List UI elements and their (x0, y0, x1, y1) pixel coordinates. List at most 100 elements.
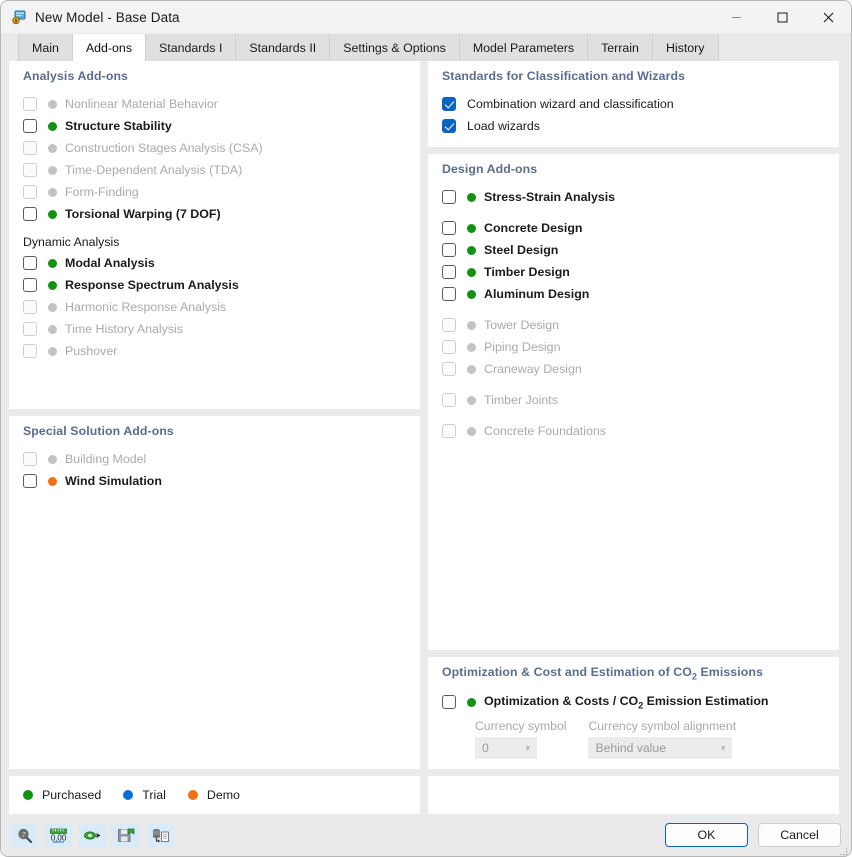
option-structure-stability[interactable]: Structure Stability (23, 115, 406, 137)
option-stress-strain-analysis[interactable]: Stress-Strain Analysis (442, 186, 825, 208)
option-nonlinear-material-behavior[interactable]: Nonlinear Material Behavior (23, 93, 406, 115)
option-modal-analysis[interactable]: Modal Analysis (23, 252, 406, 274)
tab-settings-options[interactable]: Settings & Options (330, 34, 460, 61)
option-optimization-costs-co2[interactable]: Optimization & Costs / CO2 Emission Esti… (442, 691, 825, 713)
option-craneway-design[interactable]: Craneway Design (442, 358, 825, 380)
option-form-finding[interactable]: Form-Finding (23, 181, 406, 203)
checkbox[interactable] (23, 256, 37, 270)
checkbox[interactable] (442, 362, 456, 376)
checkbox[interactable] (23, 322, 37, 336)
checkbox[interactable] (442, 318, 456, 332)
option-wind-simulation[interactable]: Wind Simulation (23, 470, 406, 492)
option-timber-joints[interactable]: Timber Joints (442, 389, 825, 411)
option-label: Tower Design (484, 318, 560, 332)
option-steel-design[interactable]: Steel Design (442, 239, 825, 261)
option-label: Timber Design (484, 265, 570, 279)
checkbox[interactable] (442, 221, 456, 235)
tab-add-ons[interactable]: Add-ons (72, 34, 147, 61)
option-time-dependent-analysis[interactable]: Time-Dependent Analysis (TDA) (23, 159, 406, 181)
checkbox[interactable] (23, 97, 37, 111)
option-piping-design[interactable]: Piping Design (442, 336, 825, 358)
checkbox[interactable] (442, 119, 456, 133)
checkbox[interactable] (23, 474, 37, 488)
tab-standards-i[interactable]: Standards I (146, 34, 237, 61)
cancel-button[interactable]: Cancel (758, 823, 841, 847)
checkbox[interactable] (23, 207, 37, 221)
save-template-icon[interactable] (113, 823, 140, 847)
currency-alignment-select[interactable]: Behind value ▾ (588, 737, 733, 759)
option-concrete-foundations[interactable]: Concrete Foundations (442, 420, 825, 442)
checkbox[interactable] (23, 300, 37, 314)
option-load-wizards[interactable]: Load wizards (442, 115, 825, 137)
status-dot-grey (48, 143, 57, 153)
checkbox[interactable] (23, 344, 37, 358)
option-label: Aluminum Design (484, 287, 590, 301)
status-dot-grey (48, 302, 57, 312)
currency-symbol-value: 0 (482, 741, 489, 755)
status-dot-green (48, 209, 57, 219)
model-document-icon (11, 9, 27, 25)
currency-export-icon[interactable] (79, 823, 106, 847)
dialog-buttons: OK Cancel (665, 823, 841, 847)
option-label: Response Spectrum Analysis (65, 278, 239, 292)
close-button[interactable] (805, 1, 851, 33)
tab-standards-ii[interactable]: Standards II (236, 34, 331, 61)
checkbox[interactable] (442, 190, 456, 204)
checkbox[interactable] (442, 695, 456, 709)
option-time-history-analysis[interactable]: Time History Analysis (23, 318, 406, 340)
resize-grip[interactable] (838, 843, 848, 856)
maximize-button[interactable] (759, 1, 805, 33)
checkbox[interactable] (442, 340, 456, 354)
copy-data-icon[interactable] (147, 823, 174, 847)
option-timber-design[interactable]: Timber Design (442, 261, 825, 283)
option-pushover[interactable]: Pushover (23, 340, 406, 362)
option-torsional-warping[interactable]: Torsional Warping (7 DOF) (23, 203, 406, 225)
legend-item-demo: Demo (187, 788, 240, 802)
option-label: Time-Dependent Analysis (TDA) (65, 163, 243, 177)
checkbox[interactable] (23, 141, 37, 155)
option-building-model[interactable]: Building Model (23, 448, 406, 470)
checkbox[interactable] (23, 163, 37, 177)
svg-text:?: ? (22, 830, 26, 839)
optimization-co2-title: Optimization & Cost and Estimation of CO… (442, 665, 825, 681)
currency-symbol-select[interactable]: 0 ▾ (475, 737, 537, 759)
tab-main[interactable]: Main (18, 34, 73, 61)
checkbox[interactable] (23, 185, 37, 199)
option-harmonic-response-analysis[interactable]: Harmonic Response Analysis (23, 296, 406, 318)
option-combination-wizard[interactable]: Combination wizard and classification (442, 93, 825, 115)
status-dot-green (48, 258, 57, 268)
right-spacer-panel (428, 776, 839, 814)
option-label: Load wizards (467, 119, 541, 133)
tab-model-parameters[interactable]: Model Parameters (459, 34, 589, 61)
minimize-button[interactable] (713, 1, 759, 33)
checkbox[interactable] (23, 452, 37, 466)
status-dot-grey (467, 342, 476, 352)
checkbox[interactable] (442, 393, 456, 407)
option-label: Concrete Design (484, 221, 583, 235)
checkbox[interactable] (442, 424, 456, 438)
ok-button[interactable]: OK (665, 823, 748, 847)
status-dot-grey (467, 426, 476, 436)
option-concrete-design[interactable]: Concrete Design (442, 217, 825, 239)
checkbox[interactable] (442, 97, 456, 111)
help-magnifier-icon[interactable]: ? (11, 823, 38, 847)
option-label: Torsional Warping (7 DOF) (65, 207, 221, 221)
option-construction-stages-analysis[interactable]: Construction Stages Analysis (CSA) (23, 137, 406, 159)
checkbox[interactable] (442, 243, 456, 257)
special-solution-add-ons-panel: Special Solution Add-ons Building Model … (9, 416, 420, 769)
option-aluminum-design[interactable]: Aluminum Design (442, 283, 825, 305)
checkbox[interactable] (442, 287, 456, 301)
option-label: Stress-Strain Analysis (484, 190, 616, 204)
option-label: Timber Joints (484, 393, 558, 407)
option-tower-design[interactable]: Tower Design (442, 314, 825, 336)
tab-history[interactable]: History (652, 34, 719, 61)
checkbox[interactable] (23, 278, 37, 292)
checkbox[interactable] (442, 265, 456, 279)
option-label: Combination wizard and classification (467, 97, 674, 111)
checkbox[interactable] (23, 119, 37, 133)
tab-terrain[interactable]: Terrain (588, 34, 653, 61)
units-ruler-icon[interactable]: 0,00 (45, 823, 72, 847)
status-legend: Purchased Trial Demo (9, 776, 420, 814)
title-part-2: Emissions (696, 664, 763, 679)
option-response-spectrum-analysis[interactable]: Response Spectrum Analysis (23, 274, 406, 296)
